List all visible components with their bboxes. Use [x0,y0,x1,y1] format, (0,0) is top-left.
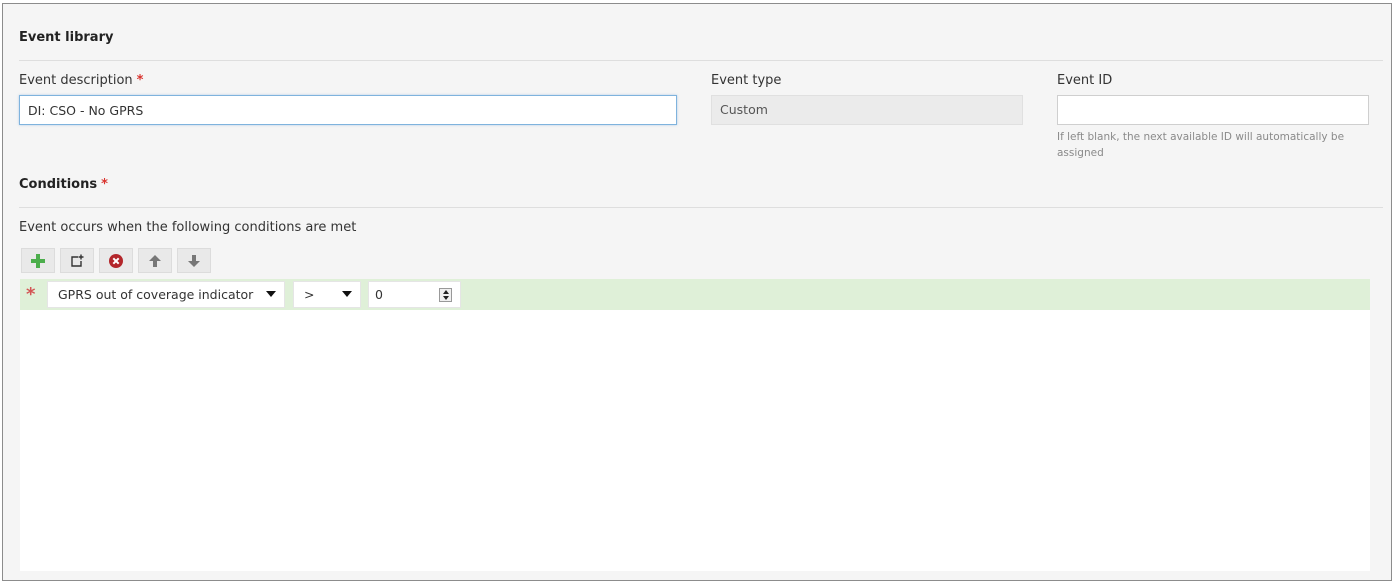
arrow-up-icon [149,254,161,267]
event-id-label: Event ID [1057,73,1113,88]
conditions-title: Conditions * [19,177,108,192]
event-id-input[interactable] [1057,95,1369,125]
row-required-marker: * [26,284,36,305]
condition-operator-select[interactable]: > [293,281,361,308]
event-description-label: Event description * [19,73,144,88]
event-editor-panel: Event library Event description* Event t… [2,3,1392,581]
divider [19,207,1383,208]
spinner-icon[interactable] [439,288,452,302]
condition-value: 0 [375,287,383,302]
chevron-down-icon [342,291,352,297]
condition-value-input[interactable]: 0 [368,281,461,308]
condition-field-select[interactable]: GPRS out of coverage indicator [47,281,285,308]
remove-condition-button[interactable] [99,248,133,273]
add-group-button[interactable] [60,248,94,273]
event-id-help-text: If left blank, the next available ID wil… [1057,131,1345,159]
event-type-label: Event type [711,73,782,88]
required-asterisk: * [101,177,108,192]
new-group-icon [71,254,84,267]
plus-icon [31,253,45,268]
required-asterisk: * [136,73,144,88]
event-library-title: Event library [19,30,114,45]
remove-circle-icon [109,253,123,268]
condition-operator-value: > [304,287,315,302]
condition-field-value: GPRS out of coverage indicator [58,287,254,302]
condition-row: * GPRS out of coverage indicator > 0 [20,279,1370,310]
event-type-field: Custom [711,95,1023,125]
move-up-button[interactable] [138,248,172,273]
chevron-down-icon [266,291,276,297]
event-description-input[interactable] [19,95,677,125]
conditions-intro-text: Event occurs when the following conditio… [19,220,357,235]
arrow-down-icon [188,254,200,267]
conditions-toolbar [21,248,211,273]
conditions-list: * GPRS out of coverage indicator > 0 [20,279,1370,571]
divider [19,60,1383,61]
move-down-button[interactable] [177,248,211,273]
add-condition-button[interactable] [21,248,55,273]
